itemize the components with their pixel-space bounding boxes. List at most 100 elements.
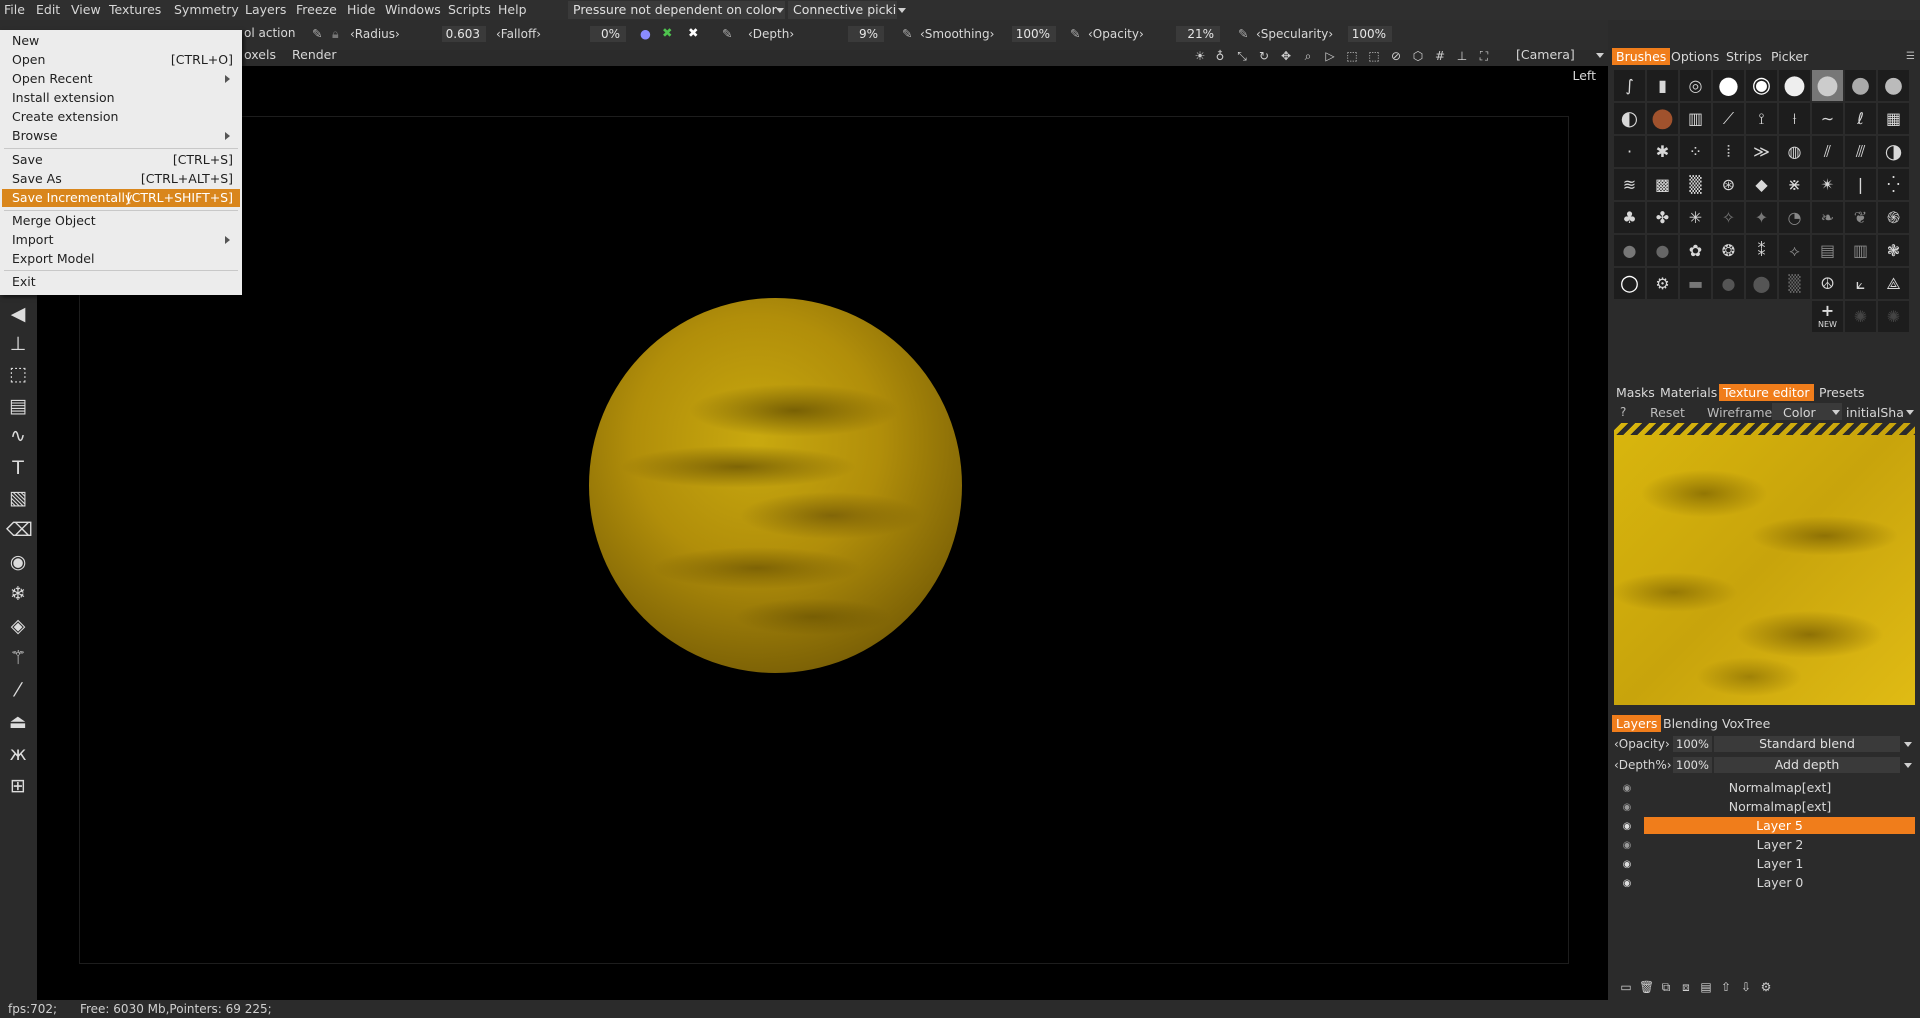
opacity-pen-icon[interactable]: ✎ xyxy=(1070,26,1080,41)
menu-scripts[interactable]: Scripts xyxy=(448,2,491,17)
doc-icon[interactable]: ▧ xyxy=(6,486,30,510)
brush-cell[interactable]: ○ xyxy=(1614,268,1645,299)
brush-cell[interactable]: ✦ xyxy=(1746,202,1777,233)
brush-cell[interactable]: ❂ xyxy=(1713,235,1744,266)
layer-visible-eye-icon[interactable]: ◉ xyxy=(1620,822,1634,832)
brush-cell[interactable]: ⁘ xyxy=(1680,136,1711,167)
menu-save[interactable]: Save xyxy=(12,152,43,167)
brush-cell[interactable]: ◆ xyxy=(1746,169,1777,200)
tab-picker[interactable]: Picker xyxy=(1767,48,1812,65)
brush-cell[interactable]: ▥ xyxy=(1680,103,1711,134)
depth-value[interactable]: 9% xyxy=(848,26,884,42)
tab-presets[interactable]: Presets xyxy=(1815,384,1869,401)
brush-cell[interactable]: ◎ xyxy=(1680,70,1711,101)
menu-import[interactable]: Import xyxy=(12,232,54,247)
layer-hidden-eye-icon[interactable]: ◉ xyxy=(1620,841,1634,851)
radius-label[interactable]: ‹Radius› xyxy=(350,27,400,41)
tab-texture-editor[interactable]: Texture editor xyxy=(1719,384,1814,401)
menu-new[interactable]: New xyxy=(12,33,39,48)
brush-cell[interactable]: ⬤ xyxy=(1746,268,1777,299)
fill-icon[interactable]: ◈ xyxy=(6,614,30,638)
brush-cell[interactable]: ✴ xyxy=(1812,169,1843,200)
layer-visible-eye-icon[interactable]: ◉ xyxy=(1620,879,1634,889)
brush-cell[interactable]: ❦ xyxy=(1845,202,1876,233)
specularity-pen-icon[interactable]: ✎ xyxy=(1238,26,1248,41)
brush-cell[interactable]: ⁑ xyxy=(1746,235,1777,266)
layer-row[interactable]: Layer 1 xyxy=(1645,855,1915,872)
brush-cell[interactable]: ● xyxy=(1647,235,1678,266)
curve-icon[interactable]: ∿ xyxy=(6,424,30,448)
brush-cell[interactable]: ✺ xyxy=(1845,301,1876,332)
brush-cell[interactable]: ⟟ xyxy=(1746,103,1777,134)
menu-hide[interactable]: Hide xyxy=(347,2,376,17)
brush-cell[interactable]: ✤ xyxy=(1647,202,1678,233)
texture-reset-button[interactable]: Reset xyxy=(1650,405,1685,420)
new-layer-icon[interactable]: ▭ xyxy=(1619,980,1633,994)
brush-cell[interactable]: ⦙ xyxy=(1713,136,1744,167)
merge-layer-icon[interactable]: ⧈ xyxy=(1679,980,1693,994)
brush-cell[interactable]: ◉ xyxy=(1746,70,1777,101)
brush-cell[interactable]: ◔ xyxy=(1779,202,1810,233)
layer-depth-label[interactable]: ‹Depth%› xyxy=(1614,758,1672,772)
layer-row[interactable]: Layer 2 xyxy=(1645,836,1915,853)
camera-dropdown[interactable]: [Camera] xyxy=(1504,47,1604,63)
depth-pen-icon[interactable]: ✎ xyxy=(722,26,732,41)
fullscreen-icon[interactable]: ⛶ xyxy=(1476,48,1492,64)
cube-icon[interactable]: ⬡ xyxy=(1410,48,1426,64)
voxels-tab[interactable]: oxels xyxy=(244,47,276,62)
menu-edit[interactable]: Edit xyxy=(36,2,60,17)
layer-row[interactable]: Normalmap[ext] xyxy=(1645,798,1915,815)
green-x-icon[interactable]: ✖ xyxy=(662,25,672,40)
lamp-icon[interactable]: ♁ xyxy=(1212,48,1228,64)
pen-view-icon[interactable]: ⬚ xyxy=(1366,48,1382,64)
menu-browse[interactable]: Browse xyxy=(12,128,58,143)
butterfly-icon[interactable]: ж xyxy=(6,742,30,766)
brush-cell[interactable]: ❧ xyxy=(1812,202,1843,233)
brush-cell[interactable]: ✳ xyxy=(1680,202,1711,233)
text-icon[interactable]: T xyxy=(6,456,30,480)
brush-cell[interactable]: ∫ xyxy=(1614,70,1645,101)
brush-cell[interactable]: ❘ xyxy=(1845,169,1876,200)
brush-cell[interactable]: ☮ xyxy=(1812,268,1843,299)
texture-color-dropdown[interactable]: Color xyxy=(1772,403,1842,420)
brush-cell[interactable]: ◐ xyxy=(1614,103,1645,134)
brush-cell[interactable]: ✧ xyxy=(1713,202,1744,233)
opacity-label[interactable]: ‹Opacity› xyxy=(1088,27,1144,41)
play-icon[interactable]: ▷ xyxy=(1322,48,1338,64)
light-move-icon[interactable]: ⤡ xyxy=(1234,48,1250,64)
brush-cell[interactable]: ▦ xyxy=(1878,103,1909,134)
brush-cell[interactable]: ● xyxy=(1614,235,1645,266)
menu-exit[interactable]: Exit xyxy=(12,274,36,289)
menu-freeze[interactable]: Freeze xyxy=(296,2,337,17)
brush-cell[interactable]: ● xyxy=(1845,70,1876,101)
brush-cell[interactable]: ▤ xyxy=(1812,235,1843,266)
brush-cell[interactable]: ⟊ xyxy=(1779,103,1810,134)
menu-install-extension[interactable]: Install extension xyxy=(12,90,115,105)
brush-cell[interactable]: ✿ xyxy=(1680,235,1711,266)
brush-cell[interactable]: · xyxy=(1614,136,1645,167)
falloff-value[interactable]: 0% xyxy=(590,26,626,42)
eraser-icon[interactable]: ⌫ xyxy=(6,518,33,542)
brush-cell[interactable]: ▒ xyxy=(1680,169,1711,200)
brush-cell[interactable]: ▒ xyxy=(1779,268,1810,299)
layer-row[interactable]: Normalmap[ext] xyxy=(1645,779,1915,796)
smoothing-pen-icon[interactable]: ✎ xyxy=(902,26,912,41)
zoom-icon[interactable]: ⌕ xyxy=(1300,48,1316,64)
brush-cell[interactable]: ≫ xyxy=(1746,136,1777,167)
eye-icon[interactable]: ◉ xyxy=(6,550,30,574)
tab-strips[interactable]: Strips xyxy=(1722,48,1766,65)
brush-cell[interactable]: ⊛ xyxy=(1713,169,1744,200)
brush-cell[interactable]: ✺ xyxy=(1878,301,1909,332)
menu-layers[interactable]: Layers xyxy=(245,2,286,17)
brush-cell[interactable]: ⫽ xyxy=(1812,136,1843,167)
layer-hidden-eye-icon[interactable]: ◉ xyxy=(1620,803,1634,813)
no-icon[interactable]: ⊘ xyxy=(1388,48,1404,64)
pan-icon[interactable]: ✥ xyxy=(1278,48,1294,64)
depth-mode-dropdown[interactable]: Add depth xyxy=(1714,757,1900,773)
pressure-dropdown[interactable]: Pressure not dependent on color xyxy=(568,1,785,19)
tab-brushes[interactable]: Brushes xyxy=(1612,48,1671,65)
lock-icon[interactable]: 🔒︎ xyxy=(332,26,339,42)
brush-cell[interactable]: ⋇ xyxy=(1779,169,1810,200)
brush-cell[interactable]: ℓ xyxy=(1845,103,1876,134)
blend-mode-dropdown[interactable]: Standard blend xyxy=(1714,736,1900,752)
